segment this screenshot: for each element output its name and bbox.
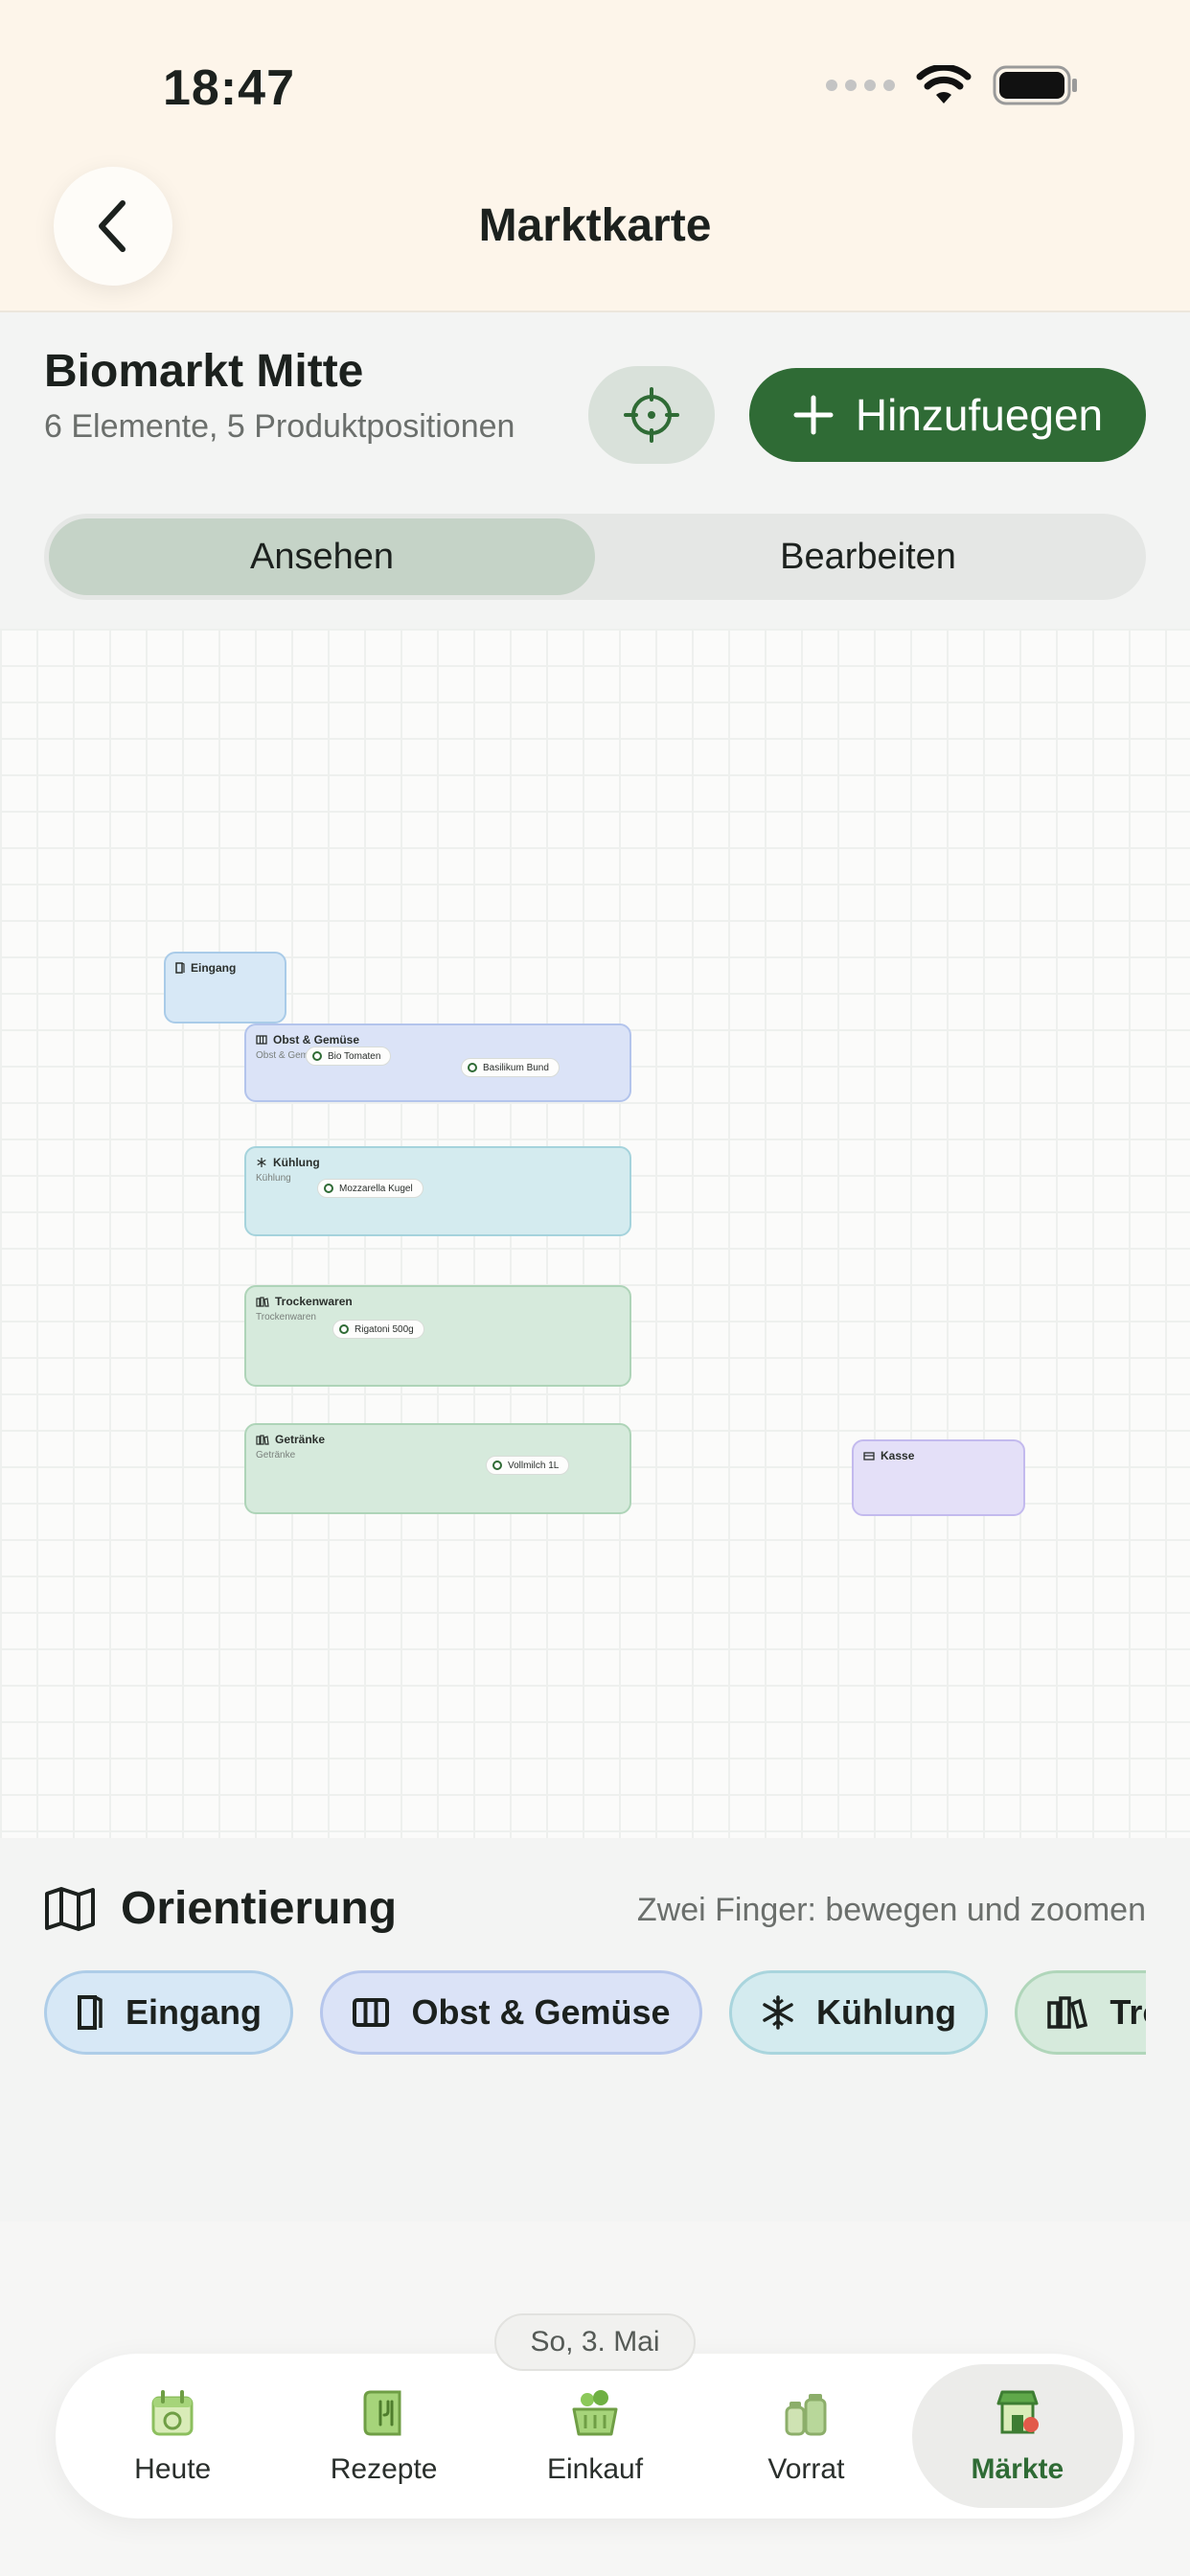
bottom-tab-bar: Heute Rezepte Einkauf Vorrat Märkte [56, 2354, 1134, 2518]
zone-title: Eingang [191, 961, 237, 975]
tab-label: Heute [134, 2453, 212, 2485]
market-summary: 6 Elemente, 5 Produktpositionen [44, 408, 515, 445]
market-icon [996, 2390, 1039, 2434]
pin-marker-icon [324, 1184, 333, 1193]
zone-subtitle: Obst & Gem [256, 1050, 309, 1061]
calendar-icon [151, 2390, 194, 2436]
pin-marker-icon [468, 1063, 477, 1072]
product-name: Basilikum Bund [483, 1062, 549, 1073]
page-title: Marktkarte [478, 200, 712, 251]
zone-trockenwaren[interactable]: Trockenwaren Trockenwaren Rigatoni 500g [244, 1285, 631, 1387]
product-pin[interactable]: Vollmilch 1L [486, 1456, 570, 1475]
product-pin[interactable]: Bio Tomaten [306, 1046, 392, 1066]
snowflake-icon [763, 1995, 793, 2030]
basket-icon [572, 2390, 618, 2436]
locate-button[interactable] [588, 366, 715, 464]
gesture-hint: Zwei Finger: bewegen und zoomen [636, 1892, 1146, 1928]
product-name: Mozzarella Kugel [339, 1183, 413, 1194]
chip-label: Trockenwaren [1110, 1992, 1146, 2032]
chip-label: Eingang [126, 1992, 262, 2032]
status-icons [826, 65, 1079, 105]
chip-label: Obst & Gemüse [411, 1992, 671, 2032]
zone-kasse[interactable]: Kasse [852, 1439, 1025, 1516]
segment-ansehen[interactable]: Ansehen [49, 518, 595, 595]
tab-maerkte[interactable]: Märkte [911, 2364, 1124, 2508]
view-mode-segmented-control: Ansehen Bearbeiten [44, 514, 1146, 600]
register-icon [863, 1452, 875, 1460]
cellular-signal-icon [826, 80, 895, 91]
pin-marker-icon [492, 1460, 502, 1470]
pin-marker-icon [339, 1324, 349, 1334]
battery-icon [993, 65, 1077, 105]
shelf-icon [256, 1035, 267, 1045]
zone-title: Kasse [881, 1449, 915, 1462]
books-icon [1047, 1996, 1088, 2030]
tab-label: Einkauf [546, 2453, 644, 2485]
chip-obst-gemuese[interactable]: Obst & Gemüse [320, 1970, 702, 2055]
tab-einkauf[interactable]: Einkauf [490, 2364, 700, 2508]
door-icon [175, 962, 185, 974]
plus-icon [793, 395, 834, 435]
market-name: Biomarkt Mitte [44, 346, 364, 397]
tab-label: Märkte [971, 2453, 1064, 2485]
pin-marker-icon [312, 1051, 322, 1061]
chip-eingang[interactable]: Eingang [44, 1970, 293, 2055]
door-icon [78, 1995, 103, 2030]
add-button-label: Hinzufuegen [855, 390, 1104, 440]
zone-obst-gemuese[interactable]: Obst & Gemüse Obst & Gem Bio Tomaten Bas… [244, 1024, 631, 1102]
product-name: Rigatoni 500g [355, 1323, 414, 1335]
snowflake-icon [257, 1158, 266, 1167]
books-icon [256, 1434, 269, 1445]
zone-subtitle: Getränke [256, 1450, 296, 1460]
product-pin[interactable]: Basilikum Bund [461, 1058, 560, 1077]
status-time: 18:47 [163, 60, 295, 116]
zone-subtitle: Trockenwaren [256, 1312, 316, 1322]
date-pill[interactable]: So, 3. Mai [494, 2313, 696, 2371]
zone-kuehlung[interactable]: Kühlung Kühlung Mozzarella Kugel [244, 1146, 631, 1236]
recipe-book-icon [363, 2390, 401, 2436]
header-bar: 18:47 Marktkarte [0, 0, 1190, 312]
zone-title: Getränke [275, 1433, 326, 1446]
market-map-canvas[interactable]: Eingang Obst & Gemüse Obst & Gem Bio Tom… [0, 629, 1190, 1838]
zone-title: Obst & Gemüse [273, 1033, 360, 1046]
zone-eingang[interactable]: Eingang [164, 952, 286, 1024]
tab-rezepte[interactable]: Rezepte [278, 2364, 489, 2508]
wifi-icon [916, 65, 972, 104]
zone-title: Kühlung [273, 1156, 320, 1169]
tab-heute[interactable]: Heute [67, 2364, 278, 2508]
jars-icon [785, 2394, 827, 2436]
tab-vorrat[interactable]: Vorrat [700, 2364, 911, 2508]
zone-title: Trockenwaren [275, 1295, 353, 1308]
zone-subtitle: Kühlung [256, 1173, 291, 1184]
product-pin[interactable]: Rigatoni 500g [332, 1320, 424, 1339]
orientation-section: Orientierung Zwei Finger: bewegen und zo… [0, 1838, 1190, 2221]
map-icon [45, 1886, 95, 1931]
add-button[interactable]: Hinzufuegen [749, 368, 1146, 462]
crosshair-icon [624, 387, 679, 443]
product-pin[interactable]: Mozzarella Kugel [317, 1179, 423, 1198]
product-name: Bio Tomaten [328, 1050, 381, 1062]
chip-kuehlung[interactable]: Kühlung [728, 1970, 988, 2055]
orientation-title: Orientierung [121, 1883, 398, 1934]
chip-trockenwaren[interactable]: Trockenwaren [1015, 1970, 1146, 2055]
tab-label: Vorrat [767, 2453, 845, 2485]
tab-label: Rezepte [330, 2453, 438, 2485]
product-name: Vollmilch 1L [508, 1460, 560, 1471]
shelf-icon [353, 1998, 390, 2027]
books-icon [256, 1296, 269, 1307]
chip-label: Kühlung [815, 1992, 956, 2032]
market-panel: Biomarkt Mitte 6 Elemente, 5 Produktposi… [0, 312, 1190, 629]
zone-chip-list[interactable]: Eingang Obst & Gemüse Kühlung Trockenwar… [44, 1970, 1146, 2058]
segment-bearbeiten[interactable]: Bearbeiten [595, 518, 1141, 595]
zone-getraenke[interactable]: Getränke Getränke Vollmilch 1L [244, 1423, 631, 1514]
